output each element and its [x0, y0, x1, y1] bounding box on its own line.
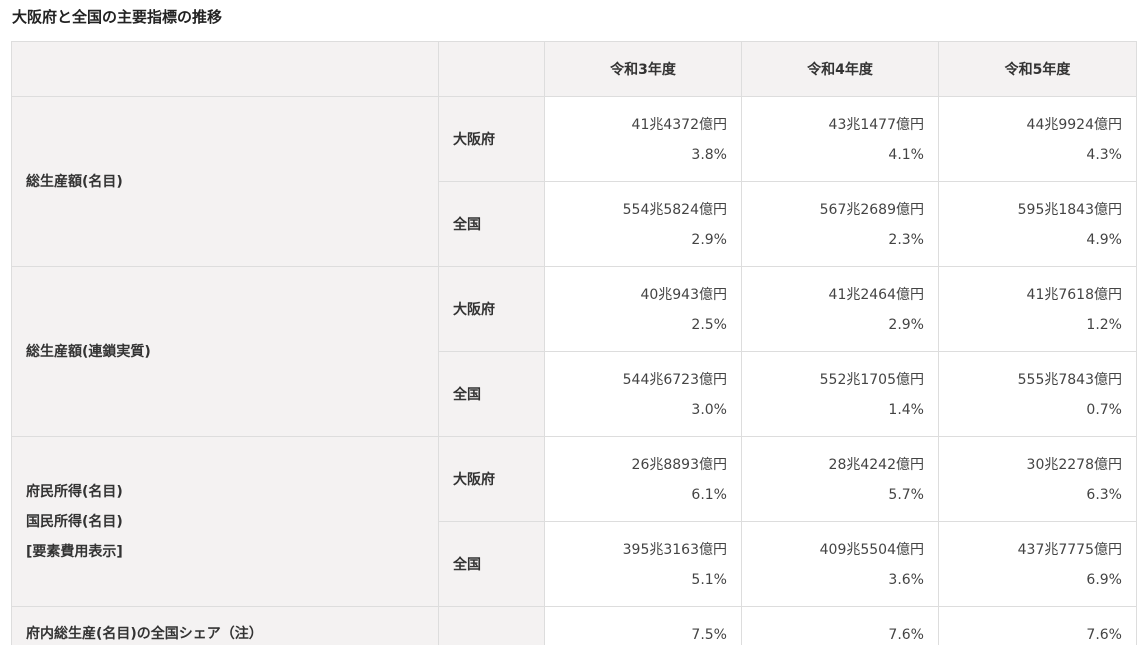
- growth-rate-value: 4.3%: [1086, 147, 1122, 163]
- category-label-cell: 府民所得(名目) 国民所得(名目) [要素費用表示]: [11, 436, 439, 607]
- value-cell: 26兆8893億円 6.1%: [544, 436, 742, 522]
- value-cell: 41兆2464億円 2.9%: [741, 266, 939, 352]
- page-title: 大阪府と全国の主要指標の推移: [12, 8, 223, 26]
- value-cell: 43兆1477億円 4.1%: [741, 96, 939, 182]
- growth-rate-value: 6.1%: [691, 487, 727, 503]
- share-value: 7.5%: [691, 627, 727, 643]
- value-cell: 40兆943億円 2.5%: [544, 266, 742, 352]
- growth-rate-value: 1.2%: [1086, 317, 1122, 333]
- growth-rate-value: 6.3%: [1086, 487, 1122, 503]
- value-cell: 595兆1843億円 4.9%: [938, 181, 1137, 267]
- amount-value: 554兆5824億円: [622, 202, 727, 218]
- column-header: 令和4年度: [741, 41, 939, 97]
- amount-value: 395兆3163億円: [622, 542, 727, 558]
- page: 大阪府と全国の主要指標の推移 令和3年度 令和4年度 令和5年度 総生産額(名目…: [0, 0, 1142, 645]
- column-header: 令和5年度: [938, 41, 1137, 97]
- growth-rate-value: 3.6%: [888, 572, 924, 588]
- amount-value: 28兆4242億円: [828, 457, 924, 473]
- growth-rate-value: 0.7%: [1086, 402, 1122, 418]
- category-label: 府民所得(名目): [26, 483, 123, 500]
- amount-value: 555兆7843億円: [1017, 372, 1122, 388]
- header-blank-cell: [11, 41, 439, 97]
- value-cell: 555兆7843億円 0.7%: [938, 351, 1137, 437]
- value-cell: 44兆9924億円 4.3%: [938, 96, 1137, 182]
- value-cell: 409兆5504億円 3.6%: [741, 521, 939, 607]
- growth-rate-value: 4.9%: [1086, 232, 1122, 248]
- indicators-table: 令和3年度 令和4年度 令和5年度 総生産額(名目) 大阪府 41兆4372億円…: [11, 41, 1137, 645]
- amount-value: 30兆2278億円: [1026, 457, 1122, 473]
- amount-value: 437兆7775億円: [1017, 542, 1122, 558]
- region-label: 大阪府: [438, 96, 545, 182]
- amount-value: 41兆7618億円: [1026, 287, 1122, 303]
- growth-rate-value: 1.4%: [888, 402, 924, 418]
- category-label-cell: 総生産額(連鎖実質): [11, 266, 439, 437]
- growth-rate-value: 5.7%: [888, 487, 924, 503]
- table-row: 総生産額(名目) 大阪府 41兆4372億円 3.8% 43兆1477億円 4.…: [11, 96, 1137, 267]
- amount-value: 567兆2689億円: [819, 202, 924, 218]
- growth-rate-value: 2.9%: [888, 317, 924, 333]
- category-label: 総生産額(名目): [26, 173, 123, 190]
- growth-rate-value: 2.3%: [888, 232, 924, 248]
- amount-value: 43兆1477億円: [828, 117, 924, 133]
- growth-rate-value: 4.1%: [888, 147, 924, 163]
- value-cell: 552兆1705億円 1.4%: [741, 351, 939, 437]
- value-cell: 7.6%: [741, 606, 939, 645]
- value-cell: 41兆7618億円 1.2%: [938, 266, 1137, 352]
- value-cell: 41兆4372億円 3.8%: [544, 96, 742, 182]
- amount-value: 409兆5504億円: [819, 542, 924, 558]
- value-cell: 28兆4242億円 5.7%: [741, 436, 939, 522]
- category-label-cell: 総生産額(名目): [11, 96, 439, 267]
- table-row: 府民所得(名目) 国民所得(名目) [要素費用表示] 大阪府 26兆8893億円…: [11, 436, 1137, 607]
- region-label: 大阪府: [438, 266, 545, 352]
- amount-value: 41兆2464億円: [828, 287, 924, 303]
- header-blank-cell: [438, 41, 545, 97]
- region-label: 全国: [438, 181, 545, 267]
- category-label: 府内総生産(名目)の全国シェア（注）: [26, 626, 263, 642]
- column-header: 令和3年度: [544, 41, 742, 97]
- category-label: 国民所得(名目): [26, 513, 123, 530]
- region-label: 大阪府: [438, 436, 545, 522]
- amount-value: 41兆4372億円: [631, 117, 727, 133]
- share-value: 7.6%: [1086, 627, 1122, 643]
- value-cell: 554兆5824億円 2.9%: [544, 181, 742, 267]
- value-cell: 7.6%: [938, 606, 1137, 645]
- growth-rate-value: 2.9%: [691, 232, 727, 248]
- amount-value: 552兆1705億円: [819, 372, 924, 388]
- growth-rate-value: 3.8%: [691, 147, 727, 163]
- table-header-row: 令和3年度 令和4年度 令和5年度: [11, 41, 1137, 97]
- region-label: 全国: [438, 351, 545, 437]
- amount-value: 26兆8893億円: [631, 457, 727, 473]
- region-label: 全国: [438, 521, 545, 607]
- amount-value: 595兆1843億円: [1017, 202, 1122, 218]
- value-cell: 395兆3163億円 5.1%: [544, 521, 742, 607]
- growth-rate-value: 2.5%: [691, 317, 727, 333]
- category-label: 総生産額(連鎖実質): [26, 343, 151, 360]
- table-row: 総生産額(連鎖実質) 大阪府 40兆943億円 2.5% 41兆2464億円 2…: [11, 266, 1137, 437]
- growth-rate-value: 3.0%: [691, 402, 727, 418]
- value-cell: 30兆2278億円 6.3%: [938, 436, 1137, 522]
- growth-rate-value: 6.9%: [1086, 572, 1122, 588]
- value-cell: 544兆6723億円 3.0%: [544, 351, 742, 437]
- amount-value: 40兆943億円: [640, 287, 727, 303]
- category-label-cell: 府内総生産(名目)の全国シェア（注）: [11, 606, 439, 645]
- growth-rate-value: 5.1%: [691, 572, 727, 588]
- value-cell: 7.5%: [544, 606, 742, 645]
- region-blank-cell: [438, 606, 545, 645]
- amount-value: 44兆9924億円: [1026, 117, 1122, 133]
- category-label: [要素費用表示]: [26, 543, 123, 560]
- amount-value: 544兆6723億円: [622, 372, 727, 388]
- table-row: 府内総生産(名目)の全国シェア（注） 7.5% 7.6% 7.6%: [11, 606, 1137, 645]
- share-value: 7.6%: [888, 627, 924, 643]
- value-cell: 567兆2689億円 2.3%: [741, 181, 939, 267]
- value-cell: 437兆7775億円 6.9%: [938, 521, 1137, 607]
